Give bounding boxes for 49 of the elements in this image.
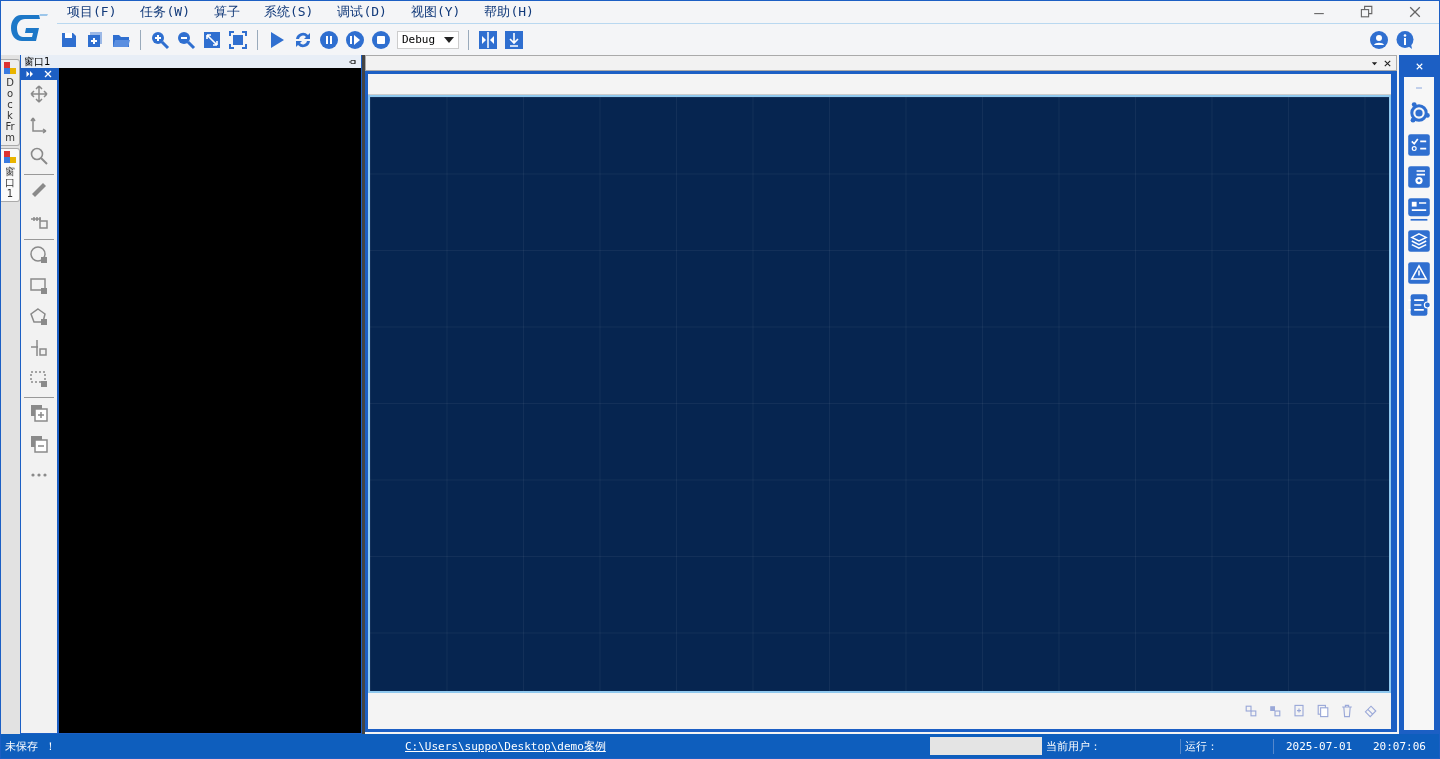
user-icon[interactable] — [1369, 29, 1389, 50]
zoom-in-icon[interactable] — [150, 29, 170, 50]
split-icon[interactable] — [478, 29, 498, 50]
expand-icon[interactable] — [202, 29, 222, 50]
menu-item[interactable]: 视图(Y) — [400, 3, 471, 21]
step-icon[interactable] — [345, 29, 365, 50]
warning-icon[interactable] — [1407, 261, 1431, 285]
window-icon — [4, 151, 16, 163]
download-icon[interactable] — [504, 29, 524, 50]
layers-icon[interactable] — [1407, 229, 1431, 253]
checklist-icon[interactable] — [1407, 133, 1431, 157]
circle-roi-icon[interactable] — [29, 245, 49, 265]
menu-item[interactable]: 算子 — [203, 3, 250, 21]
panel-title: 窗口1 — [24, 54, 51, 69]
axis-icon[interactable] — [29, 115, 49, 135]
add-layer-icon[interactable] — [29, 403, 49, 423]
window-icon — [4, 62, 16, 74]
run-label: 运行： — [1181, 738, 1274, 754]
pause-icon[interactable] — [319, 29, 339, 50]
save-status: 未保存 ！ — [4, 738, 57, 754]
log-list-icon[interactable] — [1407, 293, 1431, 317]
list-gear-icon[interactable] — [1407, 165, 1431, 189]
menu-item[interactable]: 帮助(H) — [474, 3, 544, 21]
menu-item[interactable]: 调试(D) — [327, 3, 397, 21]
dashed-rect-icon[interactable] — [29, 369, 49, 389]
menu-item[interactable]: 系统(S) — [253, 3, 324, 21]
info-icon[interactable] — [1395, 29, 1415, 50]
panel-icon[interactable] — [1407, 197, 1431, 221]
fit-icon[interactable] — [228, 29, 248, 50]
restore-icon[interactable] — [1359, 4, 1375, 20]
rect-roi-icon[interactable] — [29, 276, 49, 296]
remove-layer-icon[interactable] — [29, 434, 49, 454]
menu-item[interactable]: 项目(F) — [57, 3, 127, 21]
project-path-link[interactable]: C:\Users\suppo\Desktop\demo案例 — [405, 738, 930, 754]
search-icon[interactable] — [29, 146, 49, 166]
move-icon[interactable] — [29, 84, 49, 104]
status-time: 20:07:06 — [1372, 739, 1426, 753]
side-tab[interactable]: DockFrm — [1, 59, 20, 146]
zoom-out-icon[interactable] — [176, 29, 196, 50]
polygon-roi-icon[interactable] — [29, 307, 49, 327]
side-tab[interactable]: 窗口1 — [1, 148, 20, 202]
network-icon[interactable] — [1407, 101, 1431, 125]
stop-icon[interactable] — [371, 29, 391, 50]
status-date: 2025-07-01 — [1285, 739, 1354, 753]
new-icon[interactable] — [85, 29, 105, 50]
menu-item[interactable]: 任务(W) — [130, 3, 200, 21]
close-icon[interactable] — [1383, 58, 1392, 68]
current-user-label: 当前用户： — [1046, 738, 1181, 754]
mode-dropdown[interactable]: Debug — [397, 30, 459, 49]
